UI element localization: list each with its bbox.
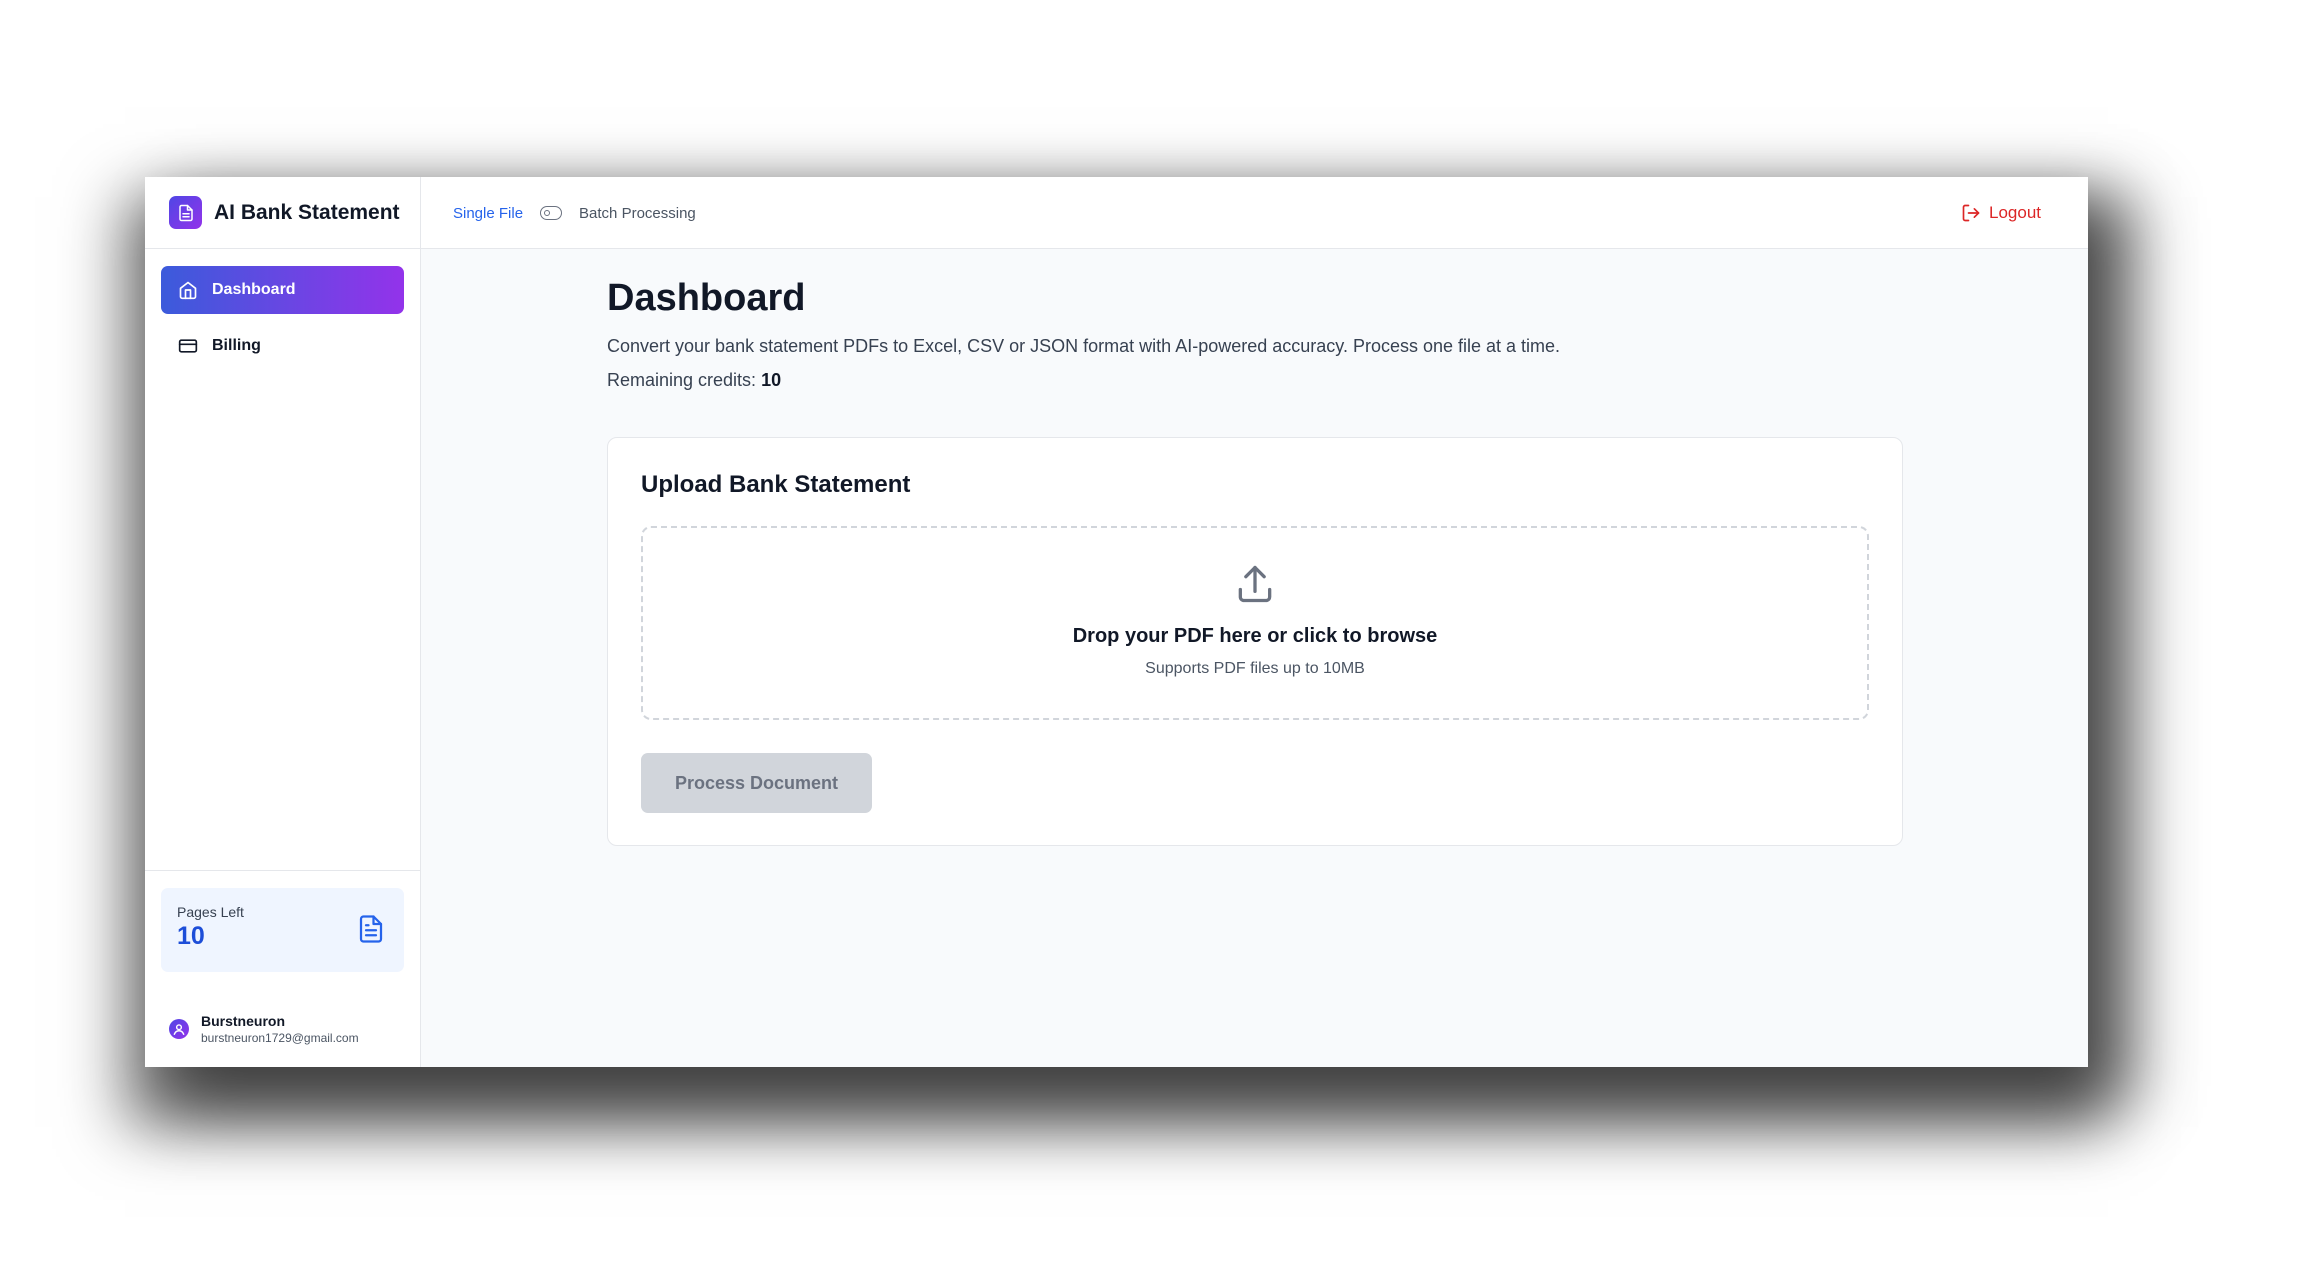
sidebar-item-billing[interactable]: Billing: [161, 322, 404, 370]
credits-value: 10: [761, 369, 782, 390]
sidebar-item-label: Billing: [212, 337, 261, 354]
page-description: Convert your bank statement PDFs to Exce…: [607, 335, 1561, 356]
sidebar-item-label: Dashboard: [212, 281, 296, 298]
mode-single-file[interactable]: Single File: [453, 205, 523, 222]
logout-button[interactable]: Logout: [1961, 177, 2041, 249]
toggle-icon[interactable]: [540, 206, 563, 220]
user-profile[interactable]: Burstneuron burstneuron1729@gmail.com: [169, 1013, 359, 1045]
remaining-credits: Remaining credits: 10: [607, 370, 1907, 391]
sidebar-item-dashboard[interactable]: Dashboard: [161, 266, 404, 314]
app-window: AI Bank Statement Dashboard Billing Page…: [145, 177, 2088, 1067]
dropzone-subtitle: Supports PDF files up to 10MB: [1145, 660, 1365, 677]
mode-batch-processing[interactable]: Batch Processing: [579, 205, 696, 222]
document-icon: [356, 912, 386, 951]
brand-name: AI Bank Statement: [214, 200, 400, 224]
credit-card-icon: [178, 336, 198, 356]
process-document-button[interactable]: Process Document: [641, 753, 872, 813]
brand-logo-icon: [169, 196, 202, 229]
mode-switch: Single File Batch Processing: [453, 177, 696, 249]
home-icon: [178, 280, 198, 300]
user-name: Burstneuron: [201, 1013, 285, 1029]
logout-icon: [1962, 204, 1980, 222]
sidebar-footer: Pages Left 10 Burstneuron burstneuron172…: [145, 870, 420, 1045]
credits-label: Remaining credits:: [607, 369, 757, 390]
pdf-dropzone[interactable]: Drop your PDF here or click to browse Su…: [641, 526, 1869, 720]
dropzone-title: Drop your PDF here or click to browse: [1072, 625, 1438, 647]
user-email: burstneuron1729@gmail.com: [201, 1031, 359, 1045]
main-content: Dashboard Convert your bank statement PD…: [607, 249, 1907, 846]
upload-icon: [643, 562, 1867, 611]
brand[interactable]: AI Bank Statement: [145, 177, 420, 249]
pages-left-card: Pages Left 10: [161, 888, 404, 972]
user-avatar-icon: [169, 1019, 189, 1039]
page-title: Dashboard: [607, 277, 806, 319]
upload-card-title: Upload Bank Statement: [641, 471, 911, 498]
logout-label: Logout: [1989, 203, 2041, 222]
upload-card: Upload Bank Statement Drop your PDF here…: [607, 437, 1903, 846]
sidebar-nav: Dashboard Billing: [145, 266, 420, 370]
top-bar: Single File Batch Processing Logout: [421, 177, 2088, 249]
sidebar: AI Bank Statement Dashboard Billing Page…: [145, 177, 421, 1067]
